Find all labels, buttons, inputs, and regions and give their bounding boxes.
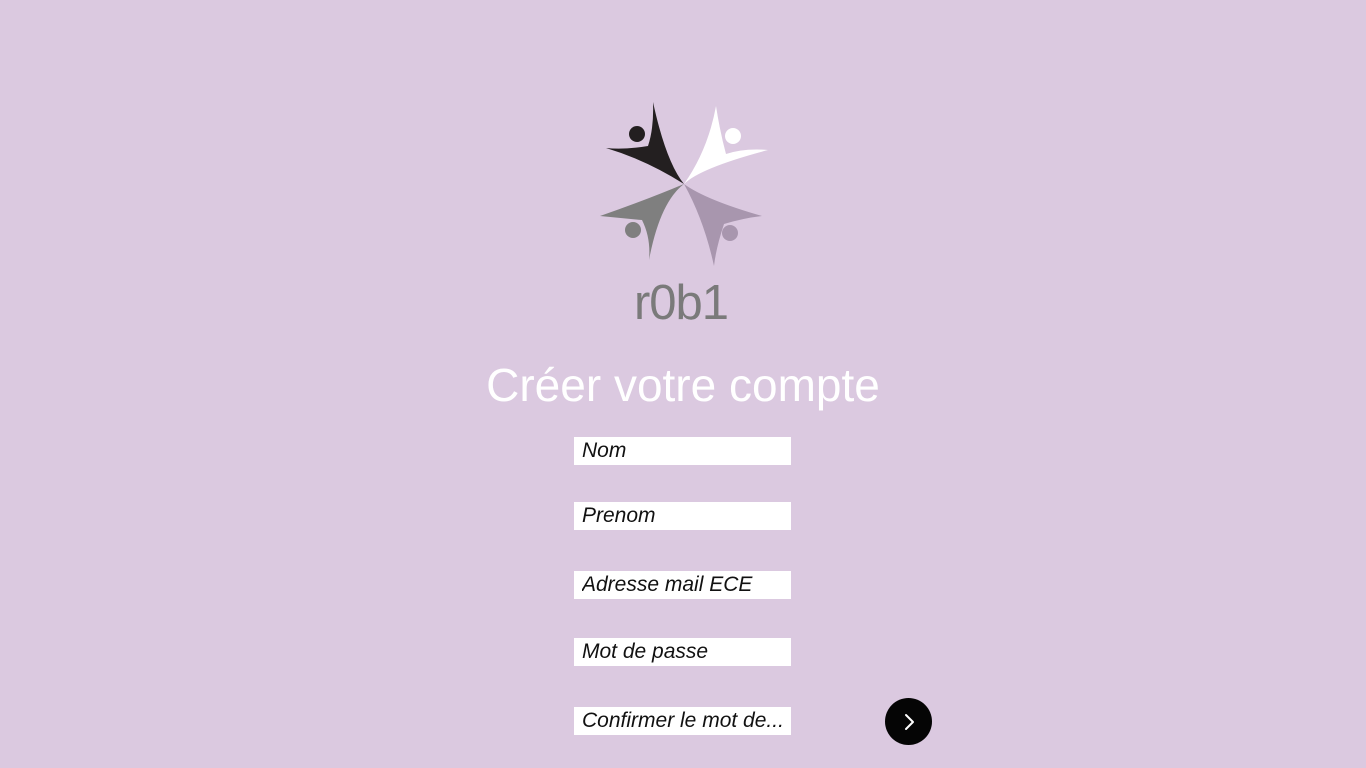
- password-field[interactable]: [574, 638, 791, 666]
- logo-figure-white: [684, 106, 768, 184]
- brand-name: r0b1: [633, 276, 729, 330]
- chevron-right-icon: [904, 713, 914, 730]
- brand-logo: [600, 102, 768, 266]
- email-field[interactable]: [574, 571, 791, 599]
- logo-figure-gray: [600, 184, 684, 260]
- logo-figure-mauve: [684, 184, 762, 266]
- next-button[interactable]: [885, 698, 932, 745]
- prenom-field[interactable]: [574, 502, 791, 530]
- logo-figure-black: [606, 102, 684, 184]
- nom-field[interactable]: [574, 437, 791, 465]
- page-title: Créer votre compte: [486, 359, 880, 411]
- confirm-password-field[interactable]: [574, 707, 791, 735]
